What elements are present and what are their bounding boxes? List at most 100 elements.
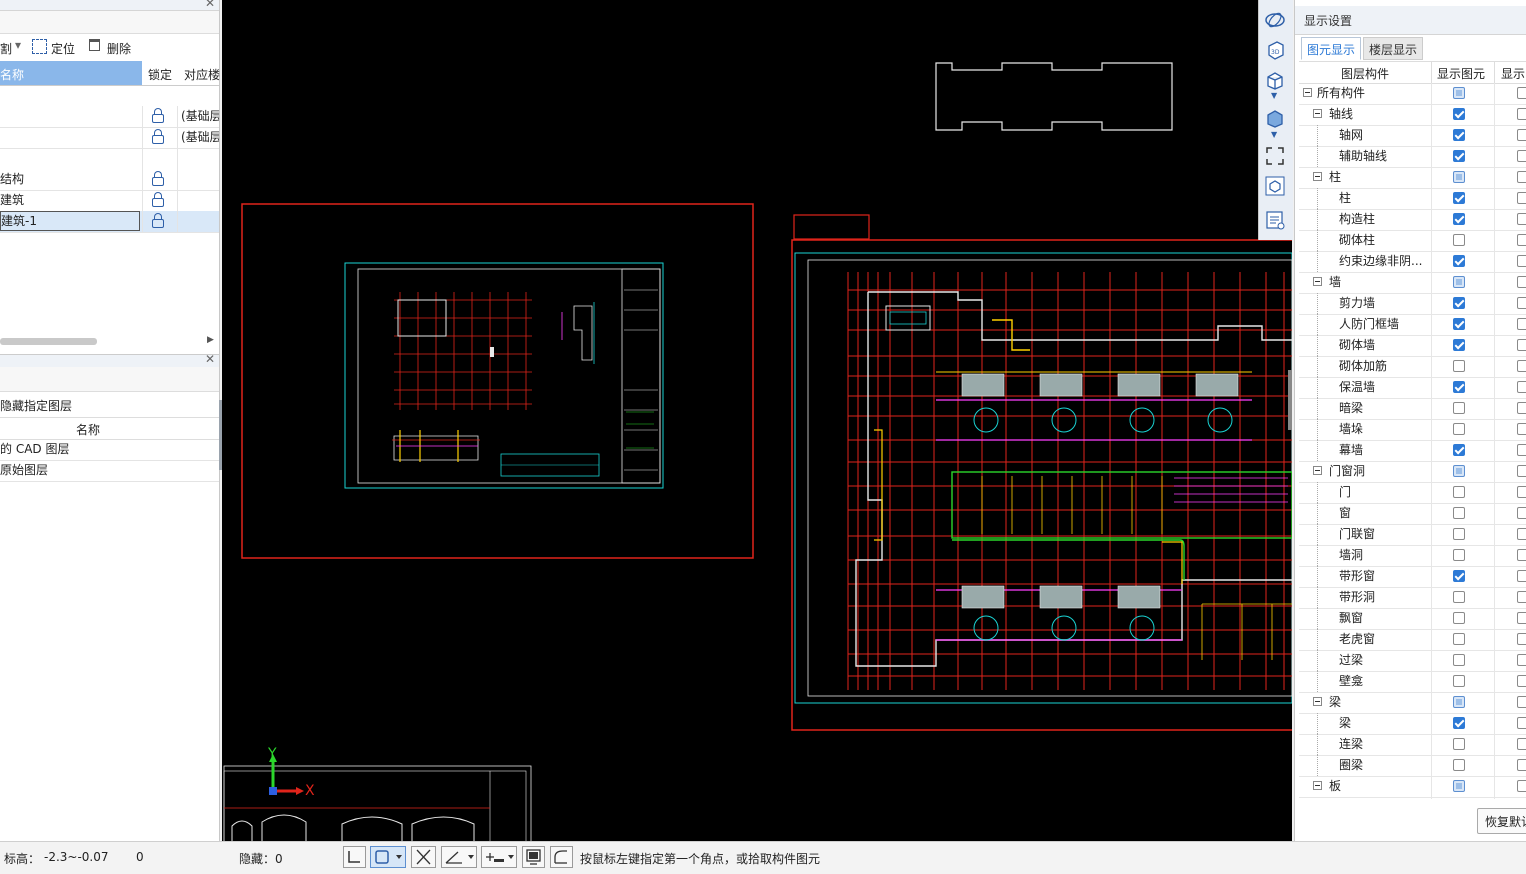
- show-name-checkbox[interactable]: [1517, 234, 1526, 246]
- horizontal-scrollbar[interactable]: [0, 338, 97, 345]
- show-element-checkbox[interactable]: [1453, 738, 1465, 750]
- show-element-checkbox[interactable]: [1453, 423, 1465, 435]
- show-name-checkbox[interactable]: [1517, 654, 1526, 666]
- cad-canvas[interactable]: Y X: [222, 0, 1292, 841]
- show-name-checkbox[interactable]: [1517, 549, 1526, 561]
- show-element-checkbox[interactable]: [1453, 192, 1465, 204]
- tree-row[interactable]: 人防门框墙: [1299, 314, 1526, 336]
- snap-button[interactable]: [370, 846, 406, 868]
- show-element-checkbox[interactable]: [1453, 717, 1465, 729]
- show-element-checkbox[interactable]: [1453, 339, 1465, 351]
- show-name-checkbox[interactable]: [1517, 570, 1526, 582]
- show-name-checkbox[interactable]: [1517, 297, 1526, 309]
- show-element-checkbox[interactable]: [1453, 213, 1465, 225]
- cube-icon[interactable]: [1265, 70, 1285, 90]
- show-element-checkbox[interactable]: [1453, 486, 1465, 498]
- show-name-checkbox[interactable]: [1517, 108, 1526, 120]
- show-name-checkbox[interactable]: [1517, 780, 1526, 792]
- show-name-checkbox[interactable]: [1517, 213, 1526, 225]
- show-name-checkbox[interactable]: [1517, 507, 1526, 519]
- show-element-checkbox[interactable]: [1453, 402, 1465, 414]
- show-name-checkbox[interactable]: [1517, 591, 1526, 603]
- tree-row[interactable]: 辅助轴线: [1299, 146, 1526, 168]
- show-element-checkbox[interactable]: [1453, 528, 1465, 540]
- tree-row[interactable]: 圈梁: [1299, 755, 1526, 777]
- table-row[interactable]: (基础层: [0, 106, 219, 128]
- tree-row[interactable]: 砌体加筋: [1299, 356, 1526, 378]
- tree-row[interactable]: 柱: [1299, 188, 1526, 210]
- name-column-header[interactable]: 名称: [0, 61, 142, 85]
- tree-row[interactable]: 剪力墙: [1299, 293, 1526, 315]
- show-element-checkbox[interactable]: [1453, 87, 1465, 99]
- show-element-checkbox[interactable]: [1453, 570, 1465, 582]
- show-element-checkbox[interactable]: [1453, 507, 1465, 519]
- tree-row[interactable]: 轴网: [1299, 125, 1526, 147]
- show-name-checkbox[interactable]: [1517, 255, 1526, 267]
- show-name-checkbox[interactable]: [1517, 633, 1526, 645]
- display-settings-icon[interactable]: [1265, 210, 1285, 230]
- tree-row[interactable]: 梁: [1299, 692, 1526, 714]
- show-name-checkbox[interactable]: [1517, 759, 1526, 771]
- row-edit-box[interactable]: 建筑-1: [0, 211, 140, 231]
- tree-row[interactable]: 约束边缘非阴...: [1299, 251, 1526, 273]
- tree-row[interactable]: 砌体墙: [1299, 335, 1526, 357]
- show-element-checkbox[interactable]: [1453, 591, 1465, 603]
- tree-row[interactable]: 门窗洞: [1299, 461, 1526, 483]
- orbit-icon[interactable]: [1265, 10, 1285, 30]
- tree-row[interactable]: 暗梁: [1299, 398, 1526, 420]
- show-element-checkbox[interactable]: [1453, 276, 1465, 288]
- lock-icon[interactable]: [152, 129, 164, 144]
- show-name-checkbox[interactable]: [1517, 423, 1526, 435]
- tree-row[interactable]: 所有构件: [1299, 83, 1526, 105]
- show-name-checkbox[interactable]: [1517, 171, 1526, 183]
- scroll-right-icon[interactable]: ▶: [207, 335, 214, 345]
- layer-cube-icon[interactable]: [1265, 176, 1285, 196]
- solid-cube-icon[interactable]: [1265, 108, 1285, 128]
- tree-row[interactable]: 窗: [1299, 503, 1526, 525]
- lock-icon[interactable]: [152, 108, 164, 123]
- show-name-checkbox[interactable]: [1517, 150, 1526, 162]
- show-name-checkbox[interactable]: [1517, 444, 1526, 456]
- show-name-checkbox[interactable]: [1517, 318, 1526, 330]
- show-name-checkbox[interactable]: [1517, 738, 1526, 750]
- show-element-checkbox[interactable]: [1453, 549, 1465, 561]
- lock-icon[interactable]: [152, 213, 164, 228]
- show-name-checkbox[interactable]: [1517, 528, 1526, 540]
- angle-button[interactable]: [441, 846, 477, 868]
- chevron-down-icon[interactable]: ▼: [1271, 91, 1277, 100]
- collapse-icon[interactable]: [1313, 109, 1322, 118]
- collapse-icon[interactable]: [1303, 88, 1312, 97]
- close-icon[interactable]: ✕: [205, 352, 215, 366]
- ortho-button[interactable]: [343, 846, 366, 868]
- tree-row[interactable]: 带形窗: [1299, 566, 1526, 588]
- lock-icon[interactable]: [152, 171, 164, 186]
- show-element-checkbox[interactable]: [1453, 297, 1465, 309]
- show-name-checkbox[interactable]: [1517, 87, 1526, 99]
- tree-row[interactable]: 老虎窗: [1299, 629, 1526, 651]
- table-row[interactable]: 结构: [0, 169, 219, 191]
- close-icon[interactable]: ✕: [205, 0, 215, 10]
- canvas-splitter[interactable]: [1288, 370, 1292, 430]
- tree-row[interactable]: 连梁: [1299, 734, 1526, 756]
- table-row[interactable]: 建筑: [0, 190, 219, 212]
- component-tree[interactable]: 所有构件 轴线 轴网 辅助轴线柱柱构造柱 砌体柱 约束边缘非阴... 墙剪力墙 人防门框墙 砌体…: [1295, 83, 1526, 799]
- show-name-checkbox[interactable]: [1517, 381, 1526, 393]
- tree-row[interactable]: 墙: [1299, 272, 1526, 294]
- tree-row[interactable]: 墙洞: [1299, 545, 1526, 567]
- tree-row[interactable]: 砌体柱: [1299, 230, 1526, 252]
- tree-row[interactable]: 带形洞: [1299, 587, 1526, 609]
- show-element-checkbox[interactable]: [1453, 129, 1465, 141]
- 3d-view-icon[interactable]: 3D: [1265, 40, 1285, 60]
- show-element-checkbox[interactable]: [1453, 150, 1465, 162]
- split-button[interactable]: 割: [0, 40, 12, 57]
- tree-row[interactable]: 门联窗: [1299, 524, 1526, 546]
- show-element-checkbox[interactable]: [1453, 759, 1465, 771]
- table-row[interactable]: (基础层: [0, 127, 219, 149]
- tree-row[interactable]: 壁龛: [1299, 671, 1526, 693]
- locate-button[interactable]: 定位: [51, 40, 75, 57]
- tab-element-display[interactable]: 图元显示: [1301, 37, 1361, 60]
- show-element-checkbox[interactable]: [1453, 255, 1465, 267]
- collapse-icon[interactable]: [1313, 277, 1322, 286]
- intersect-button[interactable]: [411, 846, 436, 868]
- show-element-checkbox[interactable]: [1453, 234, 1465, 246]
